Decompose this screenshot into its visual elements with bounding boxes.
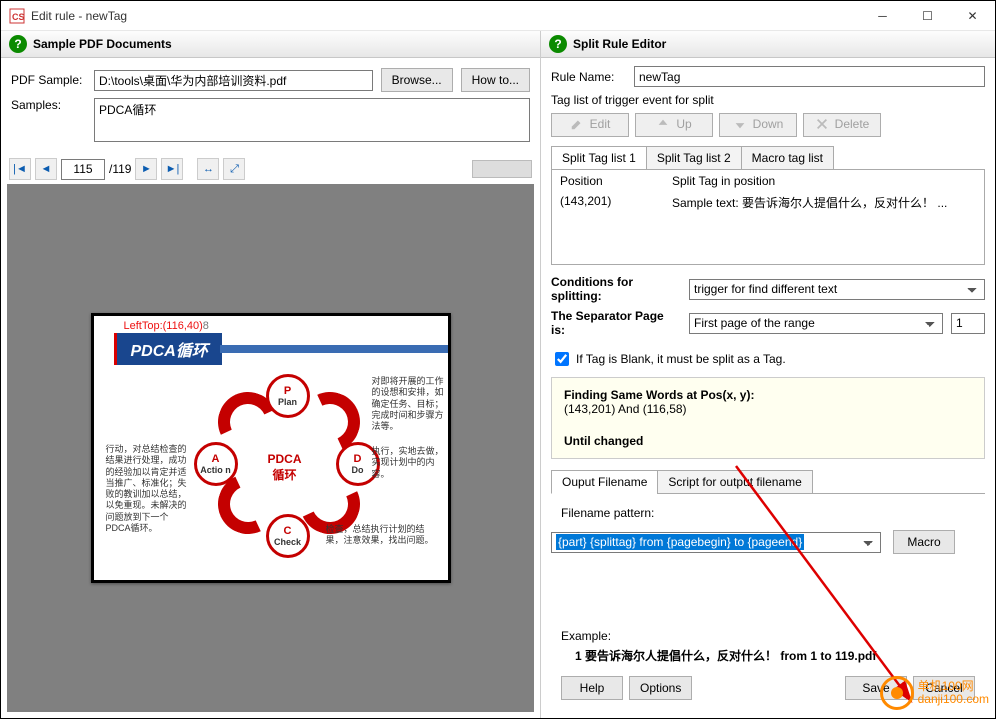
conditions-combo[interactable]: trigger for find different text	[689, 279, 985, 300]
first-page-button[interactable]: |◄	[9, 158, 31, 180]
separator-label: The Separator Page is:	[551, 309, 681, 337]
zoom-slider[interactable]	[472, 160, 532, 178]
tab-split-tag-1[interactable]: Split Tag list 1	[551, 146, 647, 170]
tag-list-label: Tag list of trigger event for split	[551, 93, 985, 107]
close-button[interactable]: ✕	[950, 1, 995, 30]
tab-output-filename[interactable]: Ouput Filename	[551, 470, 658, 494]
tab-script-filename[interactable]: Script for output filename	[657, 470, 812, 494]
rule-name-label: Rule Name:	[551, 70, 626, 84]
next-page-button[interactable]: ►	[135, 158, 157, 180]
text-plan: 对即将开展的工作的设想和安排，如确定任务、目标；完成时间和步骤方法等。	[372, 376, 444, 432]
right-panel: ? Split Rule Editor Rule Name: Tag list …	[541, 31, 995, 718]
last-page-button[interactable]: ►|	[161, 158, 183, 180]
titlebar: CS Edit rule - newTag ─ ☐ ✕	[1, 1, 995, 31]
down-button: Down	[719, 113, 797, 137]
tag-list-table[interactable]: Position Split Tag in position (143,201)…	[551, 169, 985, 265]
coord-overlay: LeftTop:(116,40)8	[124, 320, 209, 332]
col-split-tag: Split Tag in position	[672, 174, 976, 188]
blank-tag-checkbox-input[interactable]	[555, 352, 569, 366]
samples-textarea[interactable]: PDCA循环	[94, 98, 530, 142]
browse-button[interactable]: Browse...	[381, 68, 453, 92]
blank-tag-checkbox[interactable]: If Tag is Blank, it must be split as a T…	[551, 349, 985, 369]
delete-button: Delete	[803, 113, 881, 137]
page-input[interactable]	[61, 159, 105, 180]
tab-macro-tag[interactable]: Macro tag list	[741, 146, 834, 170]
window-title: Edit rule - newTag	[31, 9, 860, 23]
cell-position: (143,201)	[560, 194, 672, 211]
options-button[interactable]: Options	[629, 676, 692, 700]
app-icon: CS	[9, 8, 25, 24]
howto-button[interactable]: How to...	[461, 68, 530, 92]
fit-page-button[interactable]: ⤢	[223, 158, 245, 180]
pdf-sample-label: PDF Sample:	[11, 73, 86, 87]
filename-pattern-label: Filename pattern:	[561, 506, 985, 520]
example-value: 1 要告诉海尔人提倡什么，反对什么！ from 1 to 119.pdf	[575, 647, 975, 664]
up-button: Up	[635, 113, 713, 137]
left-panel: ? Sample PDF Documents PDF Sample: Brows…	[1, 31, 541, 718]
cell-split-tag: Sample text: 要告诉海尔人提倡什么，反对什么！ ...	[672, 194, 976, 211]
svg-text:CS: CS	[12, 12, 25, 22]
text-check: 检查，总结执行计划的结果，注意效果，找出问题。	[326, 524, 440, 547]
pdf-sample-input[interactable]	[94, 70, 373, 91]
minimize-button[interactable]: ─	[860, 1, 905, 30]
text-action: 行动，对总结检查的结果进行处理，成功的经验加以肯定并适当推广、标准化；失败的教训…	[106, 444, 192, 534]
right-section-title: Split Rule Editor	[573, 37, 666, 51]
preview-page: LeftTop:(116,40)8 PDCA循环 PPlan DDo CChec…	[91, 313, 451, 583]
cancel-button[interactable]: Cancel	[913, 676, 975, 700]
page-total: /119	[109, 162, 131, 176]
edit-button: Edit	[551, 113, 629, 137]
help-button[interactable]: Help	[561, 676, 623, 700]
conditions-label: Conditions for splitting:	[551, 275, 681, 303]
page-nav: |◄ ◄ /119 ► ►| ↔ ⤢	[1, 154, 540, 184]
slide-title: PDCA循环	[114, 333, 222, 365]
text-do: 执行，实地去做，实现计划中的内容。	[372, 446, 444, 480]
separator-num-input[interactable]	[951, 313, 985, 334]
maximize-button[interactable]: ☐	[905, 1, 950, 30]
filename-pattern-combo[interactable]: {part} {splittag} from {pagebegin} to {p…	[551, 532, 881, 553]
fit-width-button[interactable]: ↔	[197, 158, 219, 180]
section-icon: ?	[9, 35, 27, 53]
save-button[interactable]: Save	[845, 676, 907, 700]
section-icon: ?	[549, 35, 567, 53]
pdf-preview: LeftTop:(116,40)8 PDCA循环 PPlan DDo CChec…	[7, 184, 534, 712]
prev-page-button[interactable]: ◄	[35, 158, 57, 180]
separator-combo[interactable]: First page of the range	[689, 313, 943, 334]
samples-label: Samples:	[11, 98, 86, 112]
left-section-title: Sample PDF Documents	[33, 37, 172, 51]
example-label: Example:	[561, 629, 975, 643]
info-box: Finding Same Words at Pos(x, y): (143,20…	[551, 377, 985, 459]
macro-button[interactable]: Macro	[893, 530, 955, 554]
rule-name-input[interactable]	[634, 66, 985, 87]
tab-split-tag-2[interactable]: Split Tag list 2	[646, 146, 742, 170]
col-position: Position	[560, 174, 672, 188]
